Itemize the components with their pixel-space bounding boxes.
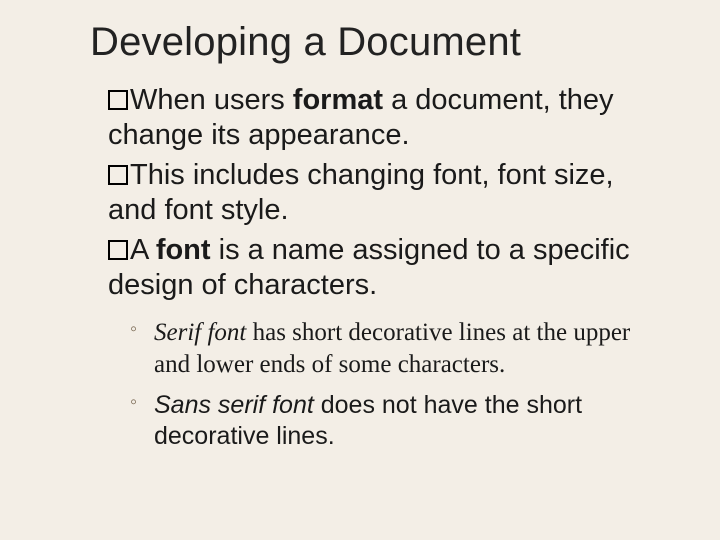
- slide: Developing a Document When users format …: [0, 0, 720, 540]
- text: This includes changing font, font size, …: [108, 159, 614, 226]
- page-title: Developing a Document: [90, 20, 660, 65]
- bold-term-format: format: [293, 84, 383, 116]
- paragraph-font: A font is a name assigned to a specific …: [108, 233, 660, 304]
- subitem-sans-serif: Sans serif font does not have the short …: [130, 390, 660, 453]
- checkbox-icon: [108, 165, 128, 185]
- checkbox-icon: [108, 240, 128, 260]
- bold-term-font: font: [156, 234, 211, 266]
- paragraph-includes: This includes changing font, font size, …: [108, 158, 660, 229]
- sublist: Serif font has short decorative lines at…: [130, 317, 660, 452]
- italic-lead: Serif font: [154, 319, 253, 346]
- body-text: When users format a document, they chang…: [108, 83, 660, 452]
- text: A: [130, 234, 156, 266]
- paragraph-format: When users format a document, they chang…: [108, 83, 660, 154]
- subitem-serif: Serif font has short decorative lines at…: [130, 317, 660, 380]
- checkbox-icon: [108, 90, 128, 110]
- text: When users: [130, 84, 293, 116]
- italic-lead: Sans serif font: [154, 391, 321, 419]
